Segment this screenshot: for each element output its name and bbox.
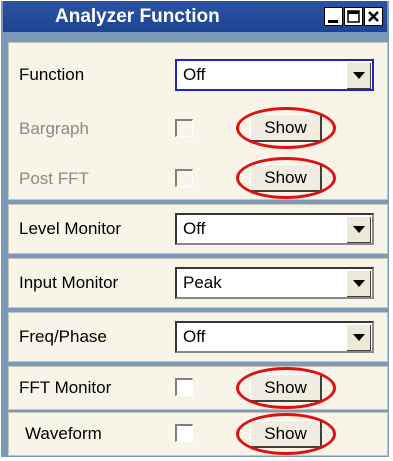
input-monitor-value: Peak (183, 273, 222, 292)
bargraph-show-button[interactable]: Show (250, 114, 322, 142)
level-monitor-label: Level Monitor (19, 219, 122, 238)
level-monitor-panel: Level Monitor Off (8, 204, 388, 254)
function-label: Function (19, 65, 85, 84)
level-monitor-dropdown[interactable]: Off (175, 213, 374, 245)
window-title: Analyzer Function (55, 6, 220, 27)
close-icon[interactable] (364, 7, 383, 26)
function-value: Off (183, 65, 206, 84)
chevron-down-icon[interactable] (346, 216, 371, 243)
waveform-label: Waveform (25, 424, 102, 443)
freq-phase-panel: Freq/Phase Off (8, 312, 388, 362)
bargraph-label: Bargraph (19, 119, 89, 138)
waveform-panel: Waveform Show (8, 412, 388, 456)
analyzer-function-window: Analyzer Function Function Off Bargraph … (1, 1, 389, 457)
chevron-down-icon[interactable] (346, 62, 371, 89)
fft-monitor-checkbox[interactable] (175, 378, 193, 396)
fft-monitor-show-button[interactable]: Show (250, 374, 322, 402)
chevron-down-icon[interactable] (346, 270, 371, 297)
post-fft-show-button[interactable]: Show (250, 164, 322, 192)
function-dropdown[interactable]: Off (175, 59, 374, 91)
waveform-show-button[interactable]: Show (250, 420, 322, 448)
function-panel: Function Off Bargraph Show Post FFT Show (8, 42, 388, 200)
freq-phase-value: Off (183, 327, 206, 346)
input-monitor-panel: Input Monitor Peak (8, 258, 388, 308)
input-monitor-label: Input Monitor (19, 273, 119, 292)
bargraph-checkbox[interactable] (175, 119, 193, 137)
freq-phase-label: Freq/Phase (19, 327, 107, 346)
chevron-down-icon[interactable] (346, 324, 371, 351)
fft-monitor-label: FFT Monitor (19, 378, 112, 397)
post-fft-label: Post FFT (19, 169, 89, 188)
fft-monitor-panel: FFT Monitor Show (8, 366, 388, 410)
minimize-icon[interactable] (324, 7, 343, 26)
waveform-checkbox[interactable] (175, 424, 193, 442)
title-bar[interactable]: Analyzer Function (3, 1, 387, 32)
input-monitor-dropdown[interactable]: Peak (175, 267, 374, 299)
maximize-icon[interactable] (344, 7, 363, 26)
freq-phase-dropdown[interactable]: Off (175, 321, 374, 353)
level-monitor-value: Off (183, 219, 206, 238)
post-fft-checkbox[interactable] (175, 169, 193, 187)
